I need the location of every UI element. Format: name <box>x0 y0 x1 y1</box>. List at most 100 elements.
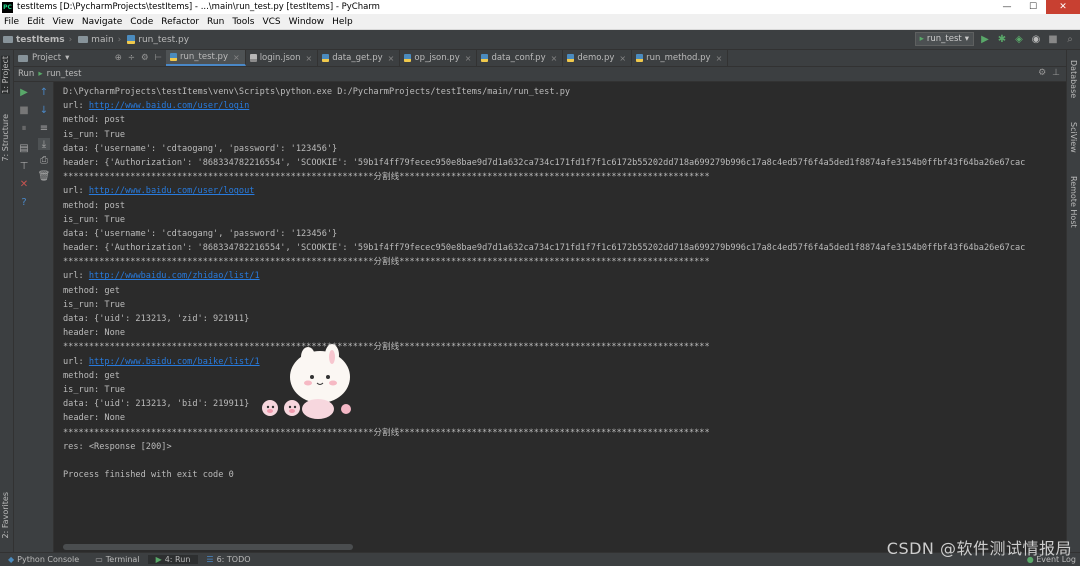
scroll-up-icon[interactable]: ↑ <box>38 86 50 98</box>
scroll-down-icon[interactable]: ↓ <box>38 104 50 116</box>
console-line: is_run: True <box>63 129 126 140</box>
coverage-icon[interactable]: ◈ <box>1013 33 1025 45</box>
tab-data-get[interactable]: data_get.py × <box>318 50 401 66</box>
print-icon[interactable]: ⎙ <box>38 154 50 166</box>
tab-demo[interactable]: demo.py × <box>563 50 633 66</box>
console-line: data: {'uid': 213213, 'bid': 219911} <box>63 399 250 410</box>
console-url-link[interactable]: http://wwwbaidu.com/zhidao/list/1 <box>89 271 260 281</box>
stop-icon[interactable]: ■ <box>1047 33 1059 45</box>
python-file-icon <box>127 35 136 44</box>
console-url-link[interactable]: http://www.baidu.com/baike/list/1 <box>89 357 260 367</box>
hide-icon[interactable]: ⊢ <box>155 53 162 63</box>
menu-code[interactable]: Code <box>126 17 157 27</box>
tool-tab-database[interactable]: Database <box>1069 60 1078 98</box>
tool-tab-remote-host[interactable]: Remote Host <box>1069 176 1078 228</box>
close-tab-icon[interactable]: × <box>465 54 472 63</box>
help-icon[interactable]: ? <box>18 196 30 208</box>
locate-icon[interactable]: ⊕ <box>115 53 122 63</box>
debug-icon[interactable]: ✱ <box>996 33 1008 45</box>
stop-icon[interactable]: ■ <box>18 104 30 116</box>
run-config-selector[interactable]: ▸ run_test ▾ <box>914 32 974 46</box>
menu-window[interactable]: Window <box>285 17 329 27</box>
menu-help[interactable]: Help <box>328 17 357 27</box>
tool-tab-project[interactable]: 1: Project <box>1 56 10 94</box>
gear-icon[interactable]: ⚙ <box>1038 68 1046 78</box>
editor-tabs: run_test.py × login.json × data_get.py × op… <box>166 50 1066 67</box>
console-url-link[interactable]: http://www.baidu.com/user/logout <box>89 186 255 196</box>
tab-data-conf[interactable]: data_conf.py × <box>477 50 564 66</box>
maximize-button[interactable]: ☐ <box>1020 0 1046 14</box>
collapse-icon[interactable]: ÷ <box>128 53 135 63</box>
tab-run-method[interactable]: run_method.py × <box>632 50 729 66</box>
run-config-tab[interactable]: run_test <box>47 69 82 79</box>
console-line: header: None <box>63 413 126 424</box>
python-run-icon: ▸ <box>919 34 924 44</box>
tool-tab-sciview[interactable]: SciView <box>1069 122 1078 153</box>
close-tab-icon[interactable]: × <box>388 54 395 63</box>
navigation-bar: testItems › main › run_test.py ▸ run_test … <box>0 30 1080 50</box>
menu-navigate[interactable]: Navigate <box>78 17 126 27</box>
terminal-tab[interactable]: ▭ Terminal <box>87 555 147 564</box>
tab-login-json[interactable]: login.json × <box>246 50 319 66</box>
tab-run-test[interactable]: run_test.py × <box>166 50 246 66</box>
run-toolbar: ▶ ↑ ■ ↓ ⏸ ≡ ⤓ ▤ ⎙ ⊤ 🗑 ✕ ? <box>14 82 54 552</box>
console-label: url: <box>63 101 89 112</box>
project-view-selector[interactable]: Project <box>32 53 61 63</box>
chevron-down-icon[interactable]: ▾ <box>65 53 69 63</box>
close-tab-icon[interactable]: × <box>716 54 723 63</box>
menu-refactor[interactable]: Refactor <box>157 17 203 27</box>
breadcrumb-folder[interactable]: main › <box>75 35 124 45</box>
python-run-icon: ▸ <box>38 69 43 79</box>
menu-view[interactable]: View <box>49 17 78 27</box>
python-file-icon <box>170 53 177 61</box>
breadcrumb-file[interactable]: run_test.py <box>124 35 192 45</box>
profile-icon[interactable]: ◉ <box>1030 33 1042 45</box>
console-line: header: {'Authorization': '8683347822165… <box>63 243 1026 254</box>
pin-tab-icon[interactable]: ⊤ <box>18 160 30 172</box>
menu-run[interactable]: Run <box>203 17 228 27</box>
window-title-bar: PC testItems [D:\PycharmProjects\testIte… <box>0 0 1080 14</box>
todo-tab[interactable]: ☰ 6: TODO <box>198 555 258 564</box>
breadcrumb-project[interactable]: testItems › <box>0 35 75 45</box>
console-line: is_run: True <box>63 384 126 395</box>
close-button[interactable]: ✕ <box>1046 0 1080 14</box>
restore-layout-icon[interactable]: ▤ <box>18 142 30 154</box>
python-file-icon <box>404 54 412 62</box>
search-everywhere-icon[interactable]: ⌕ <box>1064 33 1076 45</box>
tool-tab-structure[interactable]: 7: Structure <box>1 114 10 162</box>
menu-file[interactable]: File <box>0 17 23 27</box>
close-run-icon[interactable]: ✕ <box>18 178 30 190</box>
clear-all-icon[interactable]: 🗑 <box>38 170 51 182</box>
horizontal-scrollbar[interactable] <box>63 544 353 550</box>
console-line: method: post <box>63 115 126 126</box>
python-file-icon <box>567 54 575 62</box>
hide-panel-icon[interactable]: ⊥ <box>1052 68 1060 78</box>
minimize-button[interactable]: — <box>994 0 1020 14</box>
gear-icon[interactable]: ⚙ <box>141 53 149 63</box>
menu-tools[interactable]: Tools <box>228 17 258 27</box>
tab-op-json[interactable]: op_json.py × <box>400 50 478 66</box>
console-line: data: {'uid': 213213, 'zid': 921911} <box>63 314 250 324</box>
close-tab-icon[interactable]: × <box>551 54 558 63</box>
menu-vcs[interactable]: VCS <box>258 17 284 27</box>
console-url-link[interactable]: http://www.baidu.com/user/login <box>89 101 249 111</box>
console-line: url: http://www.baidu.com/baike/list/1 <box>63 355 1066 369</box>
console-line: method: post <box>63 200 126 211</box>
python-console-tab[interactable]: ◆ Python Console <box>0 555 87 564</box>
pause-icon[interactable]: ⏸ <box>18 122 30 134</box>
console-line: header: None <box>63 328 126 339</box>
console-line: ****************************************… <box>63 427 710 438</box>
close-tab-icon[interactable]: × <box>233 53 240 62</box>
close-tab-icon[interactable]: × <box>305 54 312 63</box>
soft-wrap-icon[interactable]: ≡ <box>38 122 50 134</box>
tool-tab-favorites[interactable]: 2: Favorites <box>1 492 10 538</box>
scroll-to-end-icon[interactable]: ⤓ <box>38 138 50 150</box>
console-line: ****************************************… <box>63 257 710 268</box>
rerun-icon[interactable]: ▶ <box>18 86 30 98</box>
menu-edit[interactable]: Edit <box>23 17 48 27</box>
todo-icon: ☰ <box>206 555 214 564</box>
run-tab[interactable]: ▶ 4: Run <box>147 555 199 564</box>
run-console-output[interactable]: D:\PycharmProjects\testItems\venv\Script… <box>55 82 1066 544</box>
close-tab-icon[interactable]: × <box>619 54 626 63</box>
run-icon[interactable]: ▶ <box>979 33 991 45</box>
